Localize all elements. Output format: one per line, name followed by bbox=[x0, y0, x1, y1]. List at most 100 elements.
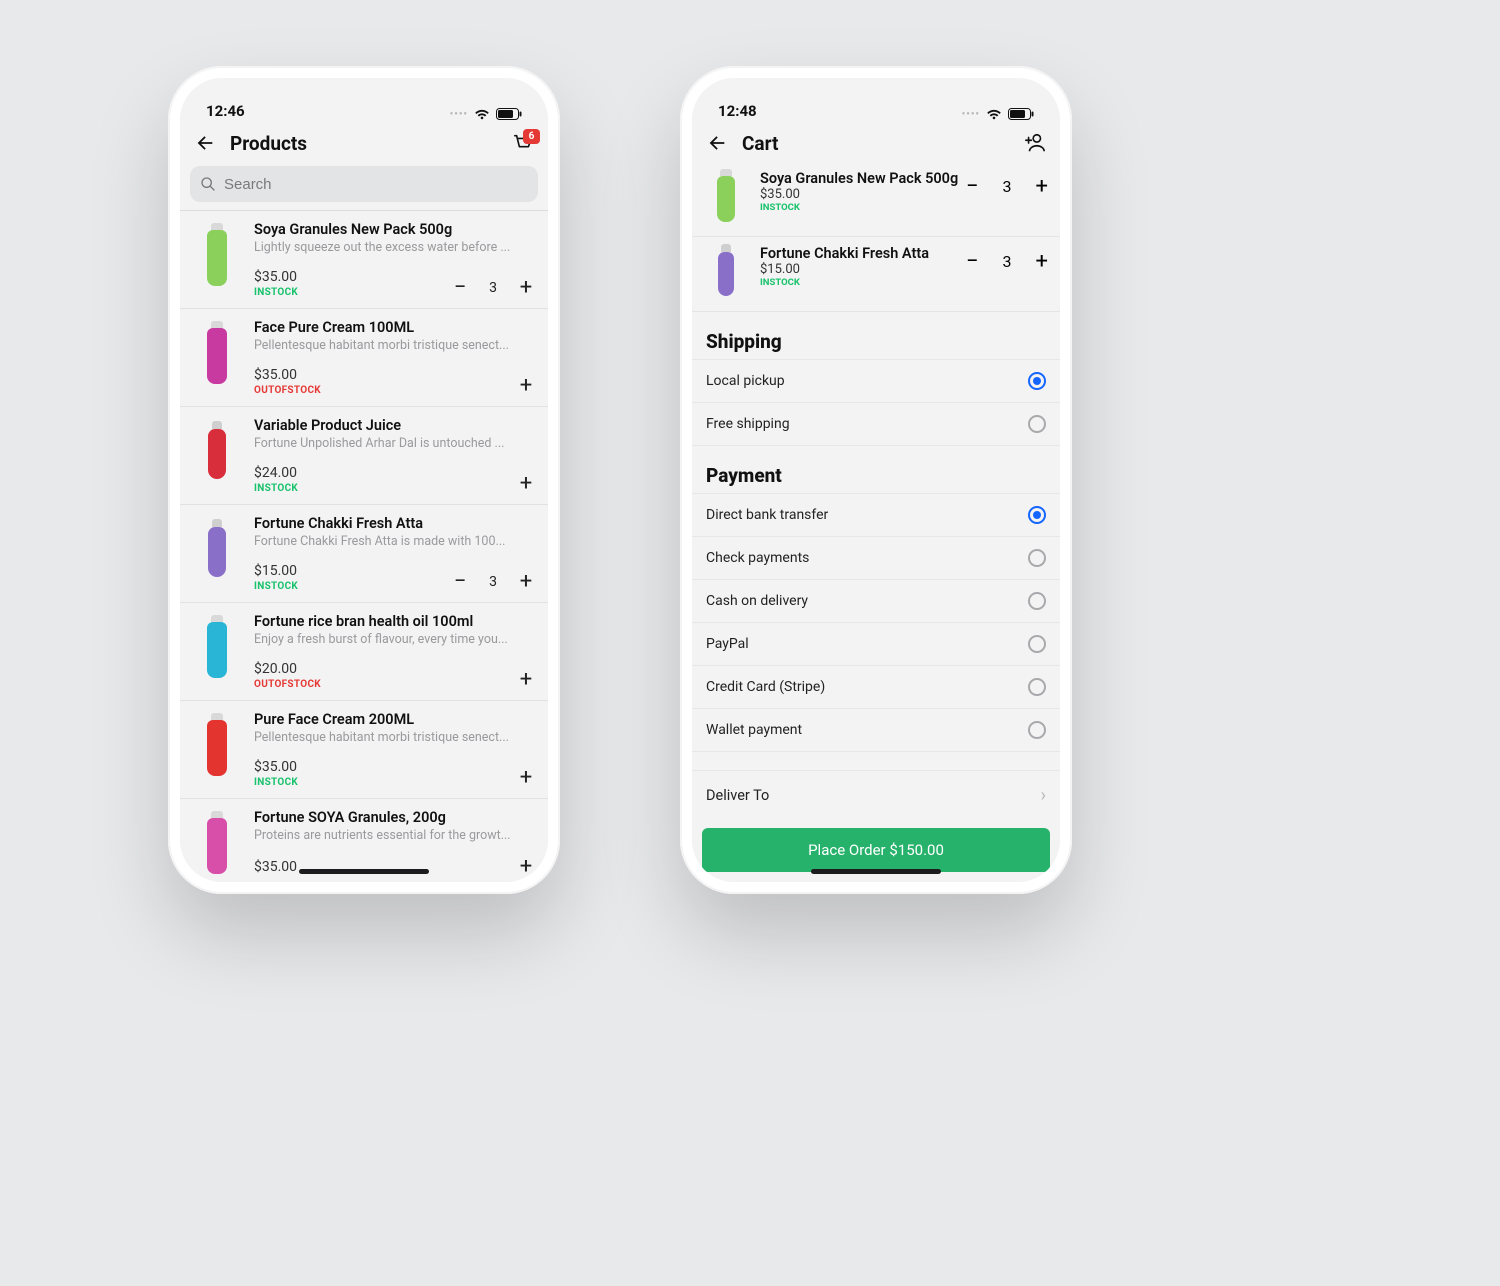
quantity-stepper: − 3 + bbox=[966, 249, 1048, 274]
radio-icon bbox=[1028, 678, 1046, 696]
add-button[interactable]: + bbox=[516, 857, 536, 877]
product-thumbnail bbox=[190, 221, 244, 295]
place-order-button[interactable]: Place Order $150.00 bbox=[702, 828, 1050, 872]
arrow-left-icon bbox=[194, 132, 216, 154]
back-button[interactable] bbox=[706, 132, 728, 154]
stock-badge: INSTOCK bbox=[254, 777, 298, 788]
shipping-heading: Shipping bbox=[706, 330, 1046, 353]
chevron-right-icon: › bbox=[1041, 785, 1046, 806]
product-name: Pure Face Cream 200ML bbox=[254, 711, 536, 728]
cart-item-name: Soya Granules New Pack 500g bbox=[760, 170, 958, 187]
status-bar: 12:48 •••• bbox=[692, 78, 1060, 124]
product-row[interactable]: Pure Face Cream 200ML Pellentesque habit… bbox=[180, 701, 548, 799]
add-button[interactable]: + bbox=[516, 474, 536, 494]
qty-minus-button[interactable]: − bbox=[966, 174, 979, 199]
option-row[interactable]: Direct bank transfer bbox=[692, 493, 1060, 537]
home-indicator bbox=[811, 869, 941, 874]
navbar: Cart bbox=[692, 124, 1060, 162]
stock-badge: INSTOCK bbox=[760, 202, 958, 213]
product-price: $20.00 bbox=[254, 661, 321, 677]
product-thumbnail bbox=[190, 417, 244, 491]
qty-plus-button[interactable]: + bbox=[1036, 249, 1048, 274]
cell-signal-icon: •••• bbox=[450, 109, 468, 120]
cart-items: Soya Granules New Pack 500g $35.00 INSTO… bbox=[692, 162, 1060, 312]
product-thumbnail bbox=[190, 809, 244, 882]
option-row[interactable]: Local pickup bbox=[692, 359, 1060, 403]
qty-plus-button[interactable]: + bbox=[516, 572, 536, 592]
product-name: Variable Product Juice bbox=[254, 417, 536, 434]
stock-badge: INSTOCK bbox=[254, 581, 298, 592]
product-row[interactable]: Soya Granules New Pack 500g Lightly sque… bbox=[180, 211, 548, 309]
phone-products: 12:46 •••• Products bbox=[168, 66, 560, 894]
add-button[interactable]: + bbox=[516, 670, 536, 690]
option-row[interactable]: PayPal bbox=[692, 623, 1060, 666]
product-name: Face Pure Cream 100ML bbox=[254, 319, 536, 336]
page-title: Cart bbox=[742, 132, 778, 155]
deliver-to-row[interactable]: Deliver To › bbox=[692, 770, 1060, 820]
status-time: 12:48 bbox=[718, 102, 757, 120]
product-desc: Fortune Unpolished Arhar Dal is untouche… bbox=[254, 436, 536, 451]
arrow-left-icon bbox=[706, 132, 728, 154]
qty-value: 3 bbox=[1003, 177, 1012, 196]
search-field[interactable] bbox=[190, 166, 538, 202]
radio-icon bbox=[1028, 372, 1046, 390]
product-price: $24.00 bbox=[254, 465, 298, 481]
back-button[interactable] bbox=[194, 132, 216, 154]
product-list: Soya Granules New Pack 500g Lightly sque… bbox=[180, 210, 548, 882]
battery-icon bbox=[496, 108, 522, 120]
product-name: Fortune SOYA Granules, 200g bbox=[254, 809, 536, 826]
quantity-stepper: − 3 + bbox=[966, 174, 1048, 199]
product-desc: Proteins are nutrients essential for the… bbox=[254, 828, 536, 843]
quantity-stepper: − 3 + bbox=[450, 278, 536, 298]
option-row[interactable]: Free shipping bbox=[692, 403, 1060, 446]
product-thumbnail bbox=[190, 319, 244, 393]
cart-button[interactable]: 6 bbox=[512, 133, 534, 153]
product-row[interactable]: Fortune Chakki Fresh Atta Fortune Chakki… bbox=[180, 505, 548, 603]
product-price: $35.00 bbox=[254, 759, 298, 775]
product-thumbnail bbox=[190, 515, 244, 589]
qty-plus-button[interactable]: + bbox=[1036, 174, 1048, 199]
option-row[interactable]: Cash on delivery bbox=[692, 580, 1060, 623]
option-row[interactable]: Credit Card (Stripe) bbox=[692, 666, 1060, 709]
product-row[interactable]: Face Pure Cream 100ML Pellentesque habit… bbox=[180, 309, 548, 407]
product-desc: Pellentesque habitant morbi tristique se… bbox=[254, 338, 536, 353]
option-label: PayPal bbox=[706, 636, 749, 652]
qty-value: 3 bbox=[488, 280, 498, 296]
payment-heading: Payment bbox=[706, 464, 1046, 487]
add-contact-button[interactable] bbox=[1024, 132, 1046, 154]
product-name: Fortune Chakki Fresh Atta bbox=[254, 515, 536, 532]
product-price: $15.00 bbox=[254, 563, 298, 579]
radio-icon bbox=[1028, 506, 1046, 524]
qty-plus-button[interactable]: + bbox=[516, 278, 536, 298]
payment-options: Direct bank transfer Check payments Cash… bbox=[692, 493, 1060, 752]
cart-item-name: Fortune Chakki Fresh Atta bbox=[760, 245, 929, 262]
add-button[interactable]: + bbox=[516, 376, 536, 396]
shipping-section: Shipping bbox=[692, 312, 1060, 359]
option-row[interactable]: Wallet payment bbox=[692, 709, 1060, 752]
product-row[interactable]: Fortune rice bran health oil 100ml Enjoy… bbox=[180, 603, 548, 701]
quantity-stepper: − 3 + bbox=[450, 572, 536, 592]
qty-minus-button[interactable]: − bbox=[966, 249, 979, 274]
search-input[interactable] bbox=[224, 176, 528, 193]
stock-badge: INSTOCK bbox=[760, 277, 929, 288]
stock-badge: OUTOFSTOCK bbox=[254, 385, 321, 396]
cell-signal-icon: •••• bbox=[962, 109, 980, 120]
add-button[interactable]: + bbox=[516, 768, 536, 788]
shipping-options: Local pickup Free shipping bbox=[692, 359, 1060, 446]
option-row[interactable]: Check payments bbox=[692, 537, 1060, 580]
phone-cart: 12:48 •••• Cart bbox=[680, 66, 1072, 894]
home-indicator bbox=[299, 869, 429, 874]
radio-icon bbox=[1028, 635, 1046, 653]
page-title: Products bbox=[230, 132, 307, 155]
option-label: Local pickup bbox=[706, 373, 785, 389]
product-desc: Fortune Chakki Fresh Atta is made with 1… bbox=[254, 534, 536, 549]
option-label: Free shipping bbox=[706, 416, 790, 432]
qty-minus-button[interactable]: − bbox=[450, 572, 470, 592]
qty-minus-button[interactable]: − bbox=[450, 278, 470, 298]
product-desc: Lightly squeeze out the excess water bef… bbox=[254, 240, 536, 255]
radio-icon bbox=[1028, 721, 1046, 739]
product-row[interactable]: Variable Product Juice Fortune Unpolishe… bbox=[180, 407, 548, 505]
add-user-icon bbox=[1024, 132, 1046, 154]
product-desc: Pellentesque habitant morbi tristique se… bbox=[254, 730, 536, 745]
product-thumbnail bbox=[190, 711, 244, 785]
